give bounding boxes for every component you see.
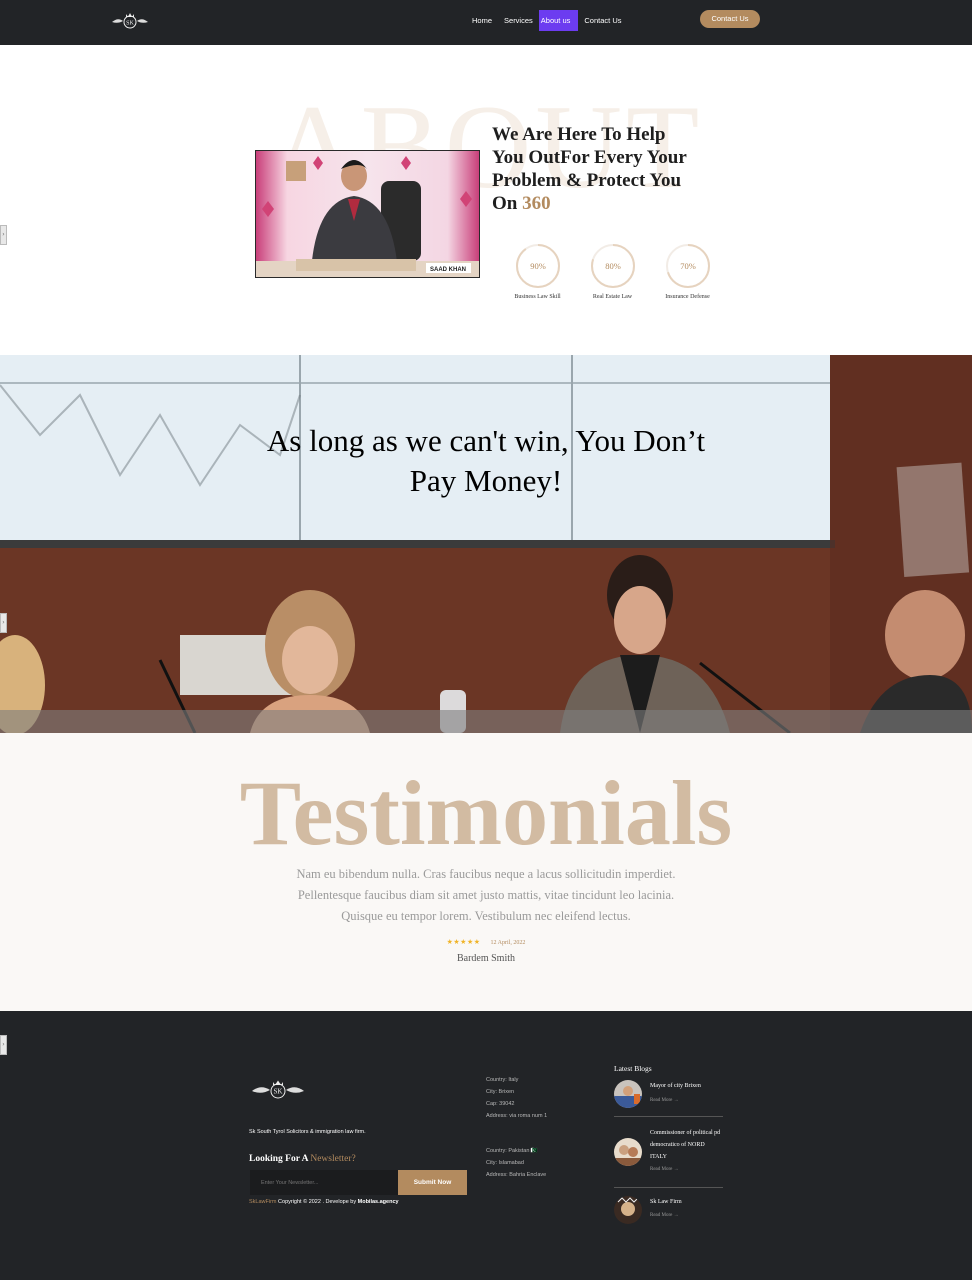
about-title: We Are Here To Help You OutFor Every You…: [492, 123, 692, 215]
blog-thumbnail: [614, 1138, 642, 1166]
skill-value: 90%: [530, 261, 546, 271]
address-italy: Country: Italy City: Brixen Cap: 39042 A…: [486, 1074, 547, 1122]
testimonials-title: Testimonials: [239, 762, 733, 864]
blog-item[interactable]: Mayor of city Brixen Read More →: [614, 1080, 723, 1120]
banner-heading-line1: As long as we can't win, You Don’t: [266, 423, 706, 458]
about-section: ABOUT SAAD KHAN We Are Here To Help You …: [0, 45, 972, 355]
testimonial-line: Pellentesque faucibus diam sit amet just…: [297, 888, 675, 902]
logo-icon[interactable]: SK: [110, 11, 150, 31]
blog-divider: [614, 1116, 723, 1117]
address-line: City: Brixen: [486, 1089, 515, 1095]
newsletter-submit-button[interactable]: Submit Now: [398, 1170, 467, 1195]
chevron-right-icon[interactable]: ›: [0, 1035, 7, 1055]
about-title-accent: 360: [522, 193, 551, 214]
about-photo: SAAD KHAN: [255, 150, 480, 278]
nav-contact-us[interactable]: Contact Us: [578, 10, 627, 31]
skill-label: Real Estate Law: [592, 294, 633, 300]
skill-value: 70%: [680, 261, 696, 271]
testimonial-date: 12 April, 2022: [490, 940, 526, 946]
nav-about-us[interactable]: About us: [538, 10, 579, 31]
nav-services[interactable]: Services: [498, 10, 539, 31]
photo-caption: SAAD KHAN: [430, 267, 466, 273]
testimonial-author: Bardem Smith: [456, 953, 516, 964]
main-menu: Home Services About us Contact Us: [466, 10, 628, 31]
nav-home[interactable]: Home: [466, 10, 498, 31]
newsletter-title-accent: Newsletter?: [310, 1154, 356, 1164]
copyright-brand-link[interactable]: SkLawFirm: [249, 1199, 277, 1205]
address-line: Address: Bahria Enclave: [486, 1172, 547, 1178]
blog-title[interactable]: Commissioner of political pd democratico…: [650, 1127, 723, 1163]
chevron-right-icon[interactable]: ›: [0, 613, 7, 633]
newsletter-email-input[interactable]: [250, 1170, 398, 1195]
blog-divider: [614, 1187, 723, 1188]
banner-heading-line2: Pay Money!: [409, 463, 563, 498]
address-line: Country: Italy: [486, 1077, 519, 1083]
skill-progress-ring: 90%: [515, 244, 560, 288]
skill-progress-ring: 70%: [665, 244, 710, 288]
testimonials-section: Testimonials Nam eu bibendum nulla. Cras…: [0, 733, 972, 1011]
skill-item: 80% Real Estate Law: [575, 243, 650, 300]
footer: SK Sk South Tyrol Solicitors & immigrati…: [0, 1011, 972, 1280]
address-line: City: Islamabad: [486, 1160, 524, 1166]
banner-section: As long as we can't win, You Don’t Pay M…: [0, 355, 972, 733]
blog-read-more-link[interactable]: Read More →: [650, 1167, 679, 1172]
skill-label: Business Law Skill: [514, 294, 561, 300]
skills-list: 90% Business Law Skill 80% Real Estate L…: [500, 243, 725, 300]
address-pakistan: Country: Pakistan 🇵🇰 City: Islamabad Add…: [486, 1145, 546, 1181]
chevron-right-icon[interactable]: ›: [0, 225, 7, 245]
testimonial-line: Nam eu bibendum nulla. Cras faucibus neq…: [296, 867, 676, 881]
blog-title[interactable]: Sk Law Firm: [650, 1196, 723, 1208]
skill-value: 80%: [605, 261, 621, 271]
copyright: SkLawFirm Copyright © 2022 . Develope by…: [249, 1199, 399, 1205]
skill-item: 90% Business Law Skill: [500, 243, 575, 300]
skill-label: Insurance Defense: [665, 294, 710, 300]
newsletter-title-main: Looking For A: [249, 1154, 311, 1164]
developer-link[interactable]: Mobilas.agency: [358, 1199, 399, 1205]
banner-heading: As long as we can't win, You Don’t Pay M…: [0, 421, 972, 501]
skill-progress-ring: 80%: [590, 244, 635, 288]
blog-item[interactable]: Commissioner of political pd democratico…: [614, 1127, 723, 1189]
conference-background-image: [0, 355, 972, 733]
blog-read-more-link[interactable]: Read More →: [650, 1213, 679, 1218]
testimonial-meta: ★★★★★ 12 April, 2022: [0, 938, 972, 946]
footer-logo-text: SK: [274, 1088, 283, 1096]
footer-logo-icon[interactable]: SK: [250, 1079, 306, 1101]
top-navbar: SK Home Services About us Contact Us Con…: [0, 0, 972, 45]
lawyer-portrait-image: SAAD KHAN: [256, 156, 479, 277]
newsletter-title: Looking For A Newsletter?: [249, 1154, 356, 1164]
rating-stars-icon: ★★★★★: [446, 938, 481, 946]
testimonial-line: Quisque eu tempor lorem. Vestibulum nec …: [341, 909, 631, 923]
skill-item: 70% Insurance Defense: [650, 243, 725, 300]
blog-title[interactable]: Mayor of city Brixen: [650, 1080, 723, 1092]
address-line: Address: via roma num 1: [486, 1113, 548, 1119]
contact-us-button[interactable]: Contact Us: [700, 10, 760, 28]
footer-tagline: Sk South Tyrol Solicitors & immigration …: [249, 1129, 366, 1135]
blog-item[interactable]: Sk Law Firm Read More →: [614, 1196, 723, 1226]
blog-thumbnail: [614, 1196, 642, 1224]
logo-text: SK: [126, 21, 134, 27]
blog-thumbnail: [614, 1080, 642, 1108]
latest-blogs-title: Latest Blogs: [614, 1064, 652, 1073]
address-line: Country: Pakistan 🇵🇰: [486, 1148, 538, 1154]
blog-read-more-link[interactable]: Read More →: [650, 1098, 679, 1103]
copyright-text: Copyright © 2022 . Develope by: [276, 1199, 358, 1205]
address-line: Cap: 39042: [486, 1101, 515, 1107]
testimonial-text: Nam eu bibendum nulla. Cras faucibus neq…: [0, 864, 972, 927]
